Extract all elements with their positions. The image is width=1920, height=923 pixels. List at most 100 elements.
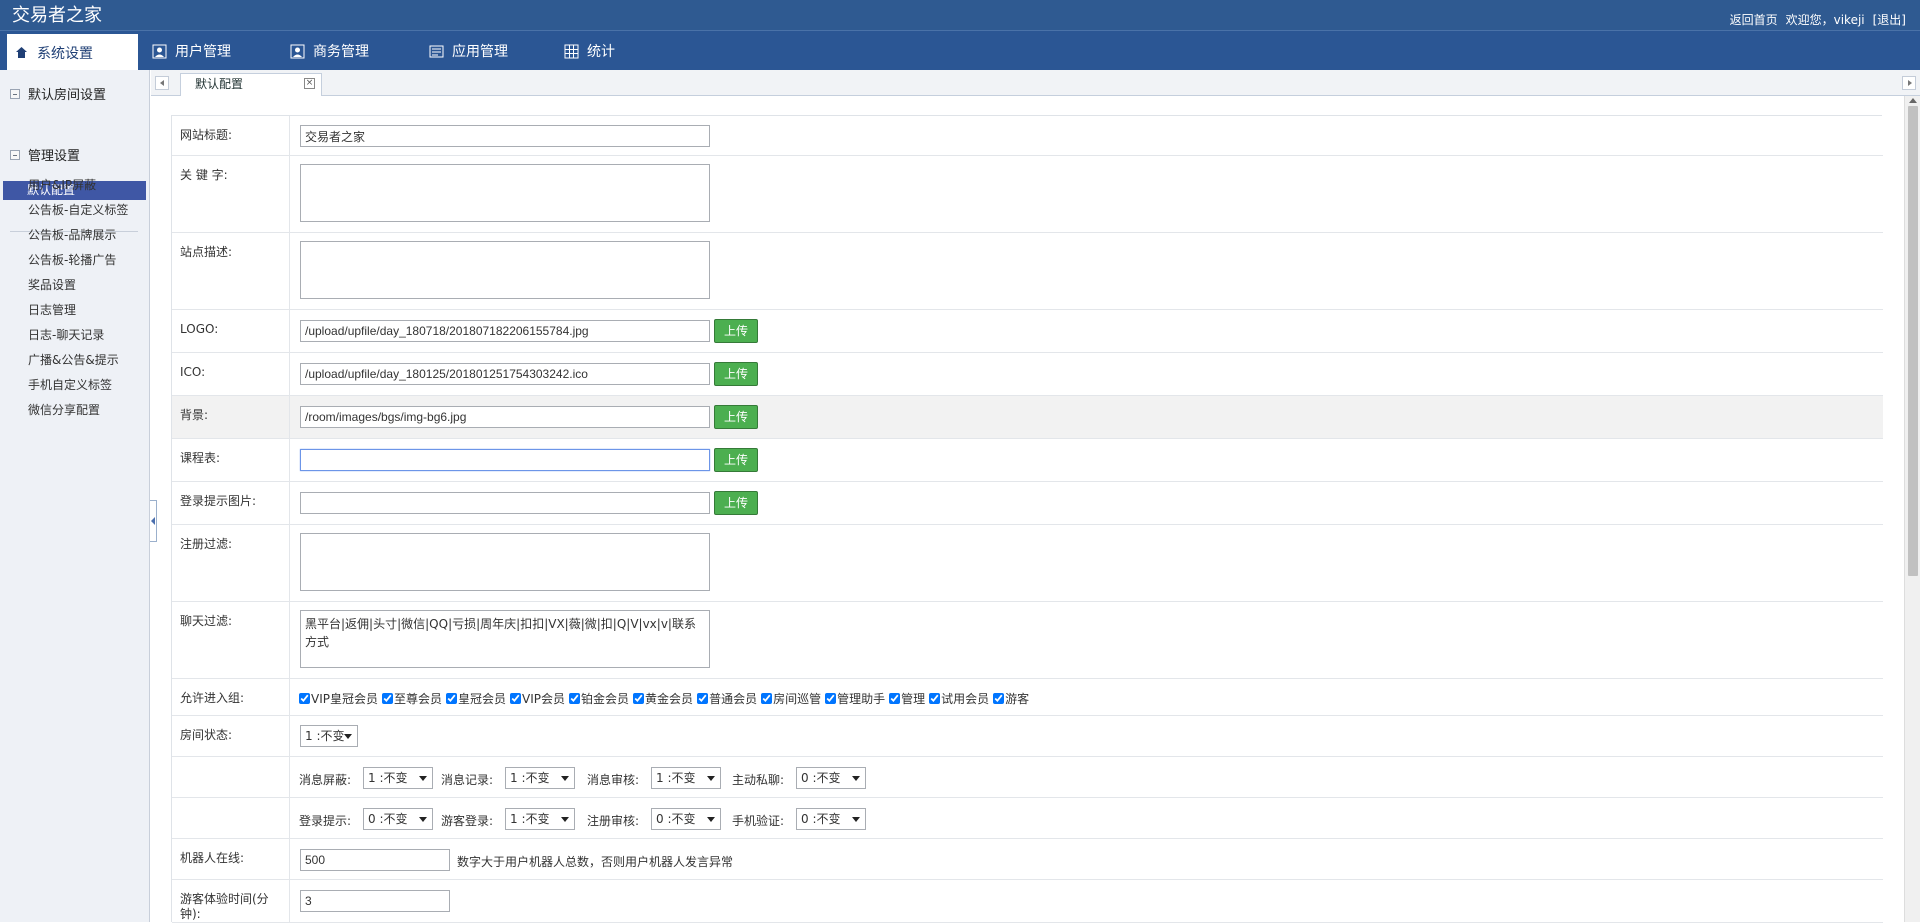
sidebar-item[interactable]: 公告板-品牌展示 bbox=[28, 226, 116, 243]
sidebar-item[interactable]: 奖品设置 bbox=[28, 276, 76, 293]
allowed-groups-label: 允许进入组: bbox=[172, 679, 290, 715]
group-checkbox[interactable]: 试用会员 bbox=[929, 690, 989, 707]
business-icon bbox=[290, 44, 305, 59]
logo-path-input[interactable] bbox=[300, 320, 710, 342]
nav-label: 系统设置 bbox=[37, 45, 93, 62]
sidebar-item[interactable]: 日志-聊天记录 bbox=[28, 326, 104, 343]
grid-icon bbox=[564, 44, 579, 59]
site-title-input[interactable] bbox=[300, 125, 710, 147]
ico-path-input[interactable] bbox=[300, 363, 710, 385]
register-review-label: 注册审核: bbox=[587, 814, 640, 828]
message-block-label: 消息屏蔽: bbox=[299, 773, 352, 787]
sidebar-item[interactable]: 微信分享配置 bbox=[28, 401, 100, 418]
guest-time-input[interactable] bbox=[300, 890, 450, 912]
background-upload-button[interactable]: 上传 bbox=[714, 405, 758, 429]
welcome-text: 欢迎您，vikeji bbox=[1785, 13, 1865, 27]
logo-label: LOGO: bbox=[172, 310, 290, 352]
room-status-label: 房间状态: bbox=[172, 716, 290, 756]
robot-online-input[interactable] bbox=[300, 849, 450, 871]
phone-verify-label: 手机验证: bbox=[732, 814, 785, 828]
main-navigation: 系统设置 用户管理 商务管理 应用管理 统计 bbox=[0, 30, 1920, 71]
sidebar-group-default-room[interactable]: 默认房间设置 bbox=[10, 84, 106, 103]
nav-statistics[interactable]: 统计 bbox=[564, 31, 615, 71]
schedule-input[interactable] bbox=[300, 449, 710, 471]
ico-upload-button[interactable]: 上传 bbox=[714, 362, 758, 386]
sidebar-item[interactable]: 广播&公告&提示 bbox=[28, 351, 119, 368]
login-image-row: 登录提示图片: 上传 bbox=[172, 482, 1883, 525]
phone-verify-select[interactable]: 0 :不变 bbox=[796, 808, 866, 830]
sidebar: 默认房间设置 默认配置 管理设置 用户&IP屏蔽 公告板-自定义标签 公告板-品… bbox=[0, 70, 150, 922]
group-checkbox[interactable]: VIP皇冠会员 bbox=[299, 690, 378, 707]
chat-filter-row: 聊天过滤: 黑平台|返佣|头寸|微信|QQ|亏损|周年庆|扣扣|VX|薇|微|扣… bbox=[172, 602, 1883, 679]
group-checkbox[interactable]: 普通会员 bbox=[697, 690, 757, 707]
scroll-up-icon[interactable] bbox=[1909, 98, 1917, 103]
collapse-icon[interactable] bbox=[10, 149, 20, 160]
tab-scroll-left-button[interactable] bbox=[155, 76, 169, 90]
login-image-input[interactable] bbox=[300, 492, 710, 514]
guest-login-select[interactable]: 1 :不变 bbox=[505, 808, 575, 830]
keywords-textarea[interactable] bbox=[300, 164, 710, 222]
sidebar-group-management[interactable]: 管理设置 bbox=[10, 145, 80, 164]
scroll-thumb[interactable] bbox=[1908, 106, 1918, 576]
group-checkbox[interactable]: VIP会员 bbox=[510, 690, 565, 707]
sidebar-item[interactable]: 用户&IP屏蔽 bbox=[28, 176, 96, 193]
group-checkbox[interactable]: 管理 bbox=[889, 690, 925, 707]
empty-label bbox=[172, 757, 290, 797]
register-filter-row: 注册过滤: bbox=[172, 525, 1883, 602]
room-status-select[interactable]: 1 :不变 bbox=[300, 725, 358, 747]
sidebar-item[interactable]: 公告板-轮播广告 bbox=[28, 251, 116, 268]
message-review-select[interactable]: 1 :不变 bbox=[651, 767, 721, 789]
site-title-label: 网站标题: bbox=[172, 116, 290, 155]
description-textarea[interactable] bbox=[300, 241, 710, 299]
login-image-label: 登录提示图片: bbox=[172, 482, 290, 524]
group-checkbox[interactable]: 至尊会员 bbox=[382, 690, 442, 707]
close-icon[interactable]: × bbox=[304, 78, 315, 89]
register-review-select[interactable]: 0 :不变 bbox=[651, 808, 721, 830]
message-record-select[interactable]: 1 :不变 bbox=[505, 767, 575, 789]
tab-label: 默认配置 bbox=[195, 77, 244, 91]
background-path-input[interactable] bbox=[300, 406, 710, 428]
tab-default-config[interactable]: 默认配置 × bbox=[180, 73, 322, 96]
login-settings-row: 登录提示: 0 :不变 游客登录: 1 :不变 注册审核: 0 :不变 手机验证… bbox=[172, 798, 1883, 839]
tab-bar: 默认配置 × bbox=[151, 70, 1920, 96]
allowed-groups-checklist: VIP皇冠会员 至尊会员 皇冠会员 VIP会员 铂金会员 黄金会员 普通会员 房… bbox=[299, 690, 1029, 707]
chat-filter-label: 聊天过滤: bbox=[172, 602, 290, 678]
nav-system-settings[interactable]: 系统设置 bbox=[7, 31, 138, 71]
user-icon bbox=[152, 44, 167, 59]
group-checkbox[interactable]: 管理助手 bbox=[825, 690, 885, 707]
sidebar-item[interactable]: 手机自定义标签 bbox=[28, 376, 112, 393]
nav-business-management[interactable]: 商务管理 bbox=[290, 31, 369, 71]
group-checkbox[interactable]: 黄金会员 bbox=[633, 690, 693, 707]
message-block-select[interactable]: 1 :不变 bbox=[363, 767, 433, 789]
logout-link[interactable]: [退出] bbox=[1873, 11, 1906, 28]
chat-filter-textarea[interactable]: 黑平台|返佣|头寸|微信|QQ|亏损|周年庆|扣扣|VX|薇|微|扣|Q|V|v… bbox=[300, 610, 710, 668]
guest-login-label: 游客登录: bbox=[441, 814, 494, 828]
group-checkbox[interactable]: 铂金会员 bbox=[569, 690, 629, 707]
app-icon bbox=[429, 44, 444, 59]
ico-label: ICO: bbox=[172, 353, 290, 395]
sidebar-group-label: 管理设置 bbox=[28, 149, 81, 164]
login-hint-label: 登录提示: bbox=[299, 814, 352, 828]
login-image-upload-button[interactable]: 上传 bbox=[714, 491, 758, 515]
nav-app-management[interactable]: 应用管理 bbox=[429, 31, 508, 71]
private-chat-select[interactable]: 0 :不变 bbox=[796, 767, 866, 789]
nav-label: 应用管理 bbox=[452, 44, 508, 60]
tab-scroll-right-button[interactable] bbox=[1902, 76, 1916, 90]
group-checkbox[interactable]: 房间巡管 bbox=[761, 690, 821, 707]
collapse-icon[interactable] bbox=[10, 88, 20, 99]
room-status-row: 房间状态: 1 :不变 bbox=[172, 716, 1883, 757]
login-hint-select[interactable]: 0 :不变 bbox=[363, 808, 433, 830]
sidebar-item[interactable]: 公告板-自定义标签 bbox=[28, 201, 128, 218]
keywords-label: 关 键 字: bbox=[172, 156, 290, 232]
schedule-row: 课程表: 上传 bbox=[172, 439, 1883, 482]
sidebar-item[interactable]: 日志管理 bbox=[28, 301, 76, 318]
sidebar-collapse-handle[interactable] bbox=[150, 500, 157, 542]
group-checkbox[interactable]: 皇冠会员 bbox=[446, 690, 506, 707]
vertical-scrollbar[interactable] bbox=[1904, 96, 1920, 922]
nav-user-management[interactable]: 用户管理 bbox=[152, 31, 231, 71]
register-filter-textarea[interactable] bbox=[300, 533, 710, 591]
schedule-upload-button[interactable]: 上传 bbox=[714, 448, 758, 472]
logo-upload-button[interactable]: 上传 bbox=[714, 319, 758, 343]
group-checkbox[interactable]: 游客 bbox=[993, 690, 1029, 707]
home-link[interactable]: 返回首页 bbox=[1730, 11, 1778, 28]
